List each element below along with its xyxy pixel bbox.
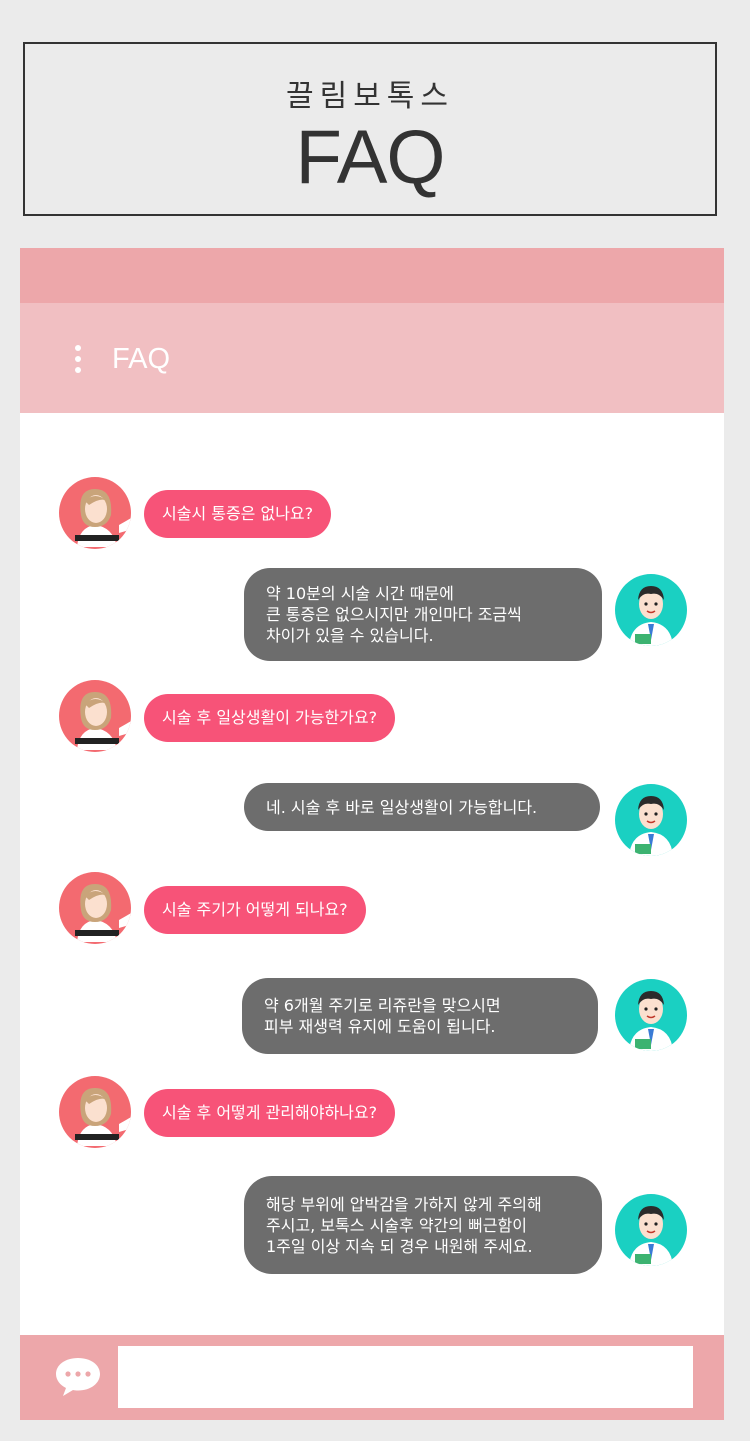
doctor-avatar	[615, 979, 687, 1051]
app-bar-title: FAQ	[112, 343, 171, 375]
answer-bubble: 약 10분의 시술 시간 때문에 큰 통증은 없으시지만 개인마다 조금씩 차이…	[244, 568, 602, 661]
answer-bubble: 약 6개월 주기로 리쥬란을 맞으시면 피부 재생력 유지에 도움이 됩니다.	[242, 978, 598, 1054]
app-bar: FAQ	[20, 303, 724, 413]
question-bubble: 시술 후 어떻게 관리해야하나요?	[144, 1089, 396, 1137]
question-bubble: 시술 주기가 어떻게 되나요?	[144, 886, 366, 934]
doctor-avatar	[615, 574, 687, 646]
patient-avatar	[59, 872, 131, 944]
patient-avatar	[59, 1076, 131, 1148]
page-subtitle: 끌림보톡스	[286, 79, 454, 114]
patient-avatar	[59, 680, 131, 752]
page-header: 끌림보톡스 FAQ	[23, 42, 717, 216]
answer-bubble: 네. 시술 후 바로 일상생활이 가능합니다.	[244, 783, 600, 831]
chat-bubble-icon[interactable]	[54, 1355, 102, 1401]
message-input[interactable]	[118, 1346, 693, 1408]
doctor-avatar	[615, 1194, 687, 1266]
patient-avatar	[59, 477, 131, 549]
chat-phone-mockup: FAQ 시술시 통증은 없나요? 약 10분의 시술 시간 때문에 큰 통증은 …	[20, 248, 724, 1420]
menu-icon[interactable]	[75, 345, 81, 375]
question-bubble: 시술 후 일상생활이 가능한가요?	[144, 694, 396, 742]
doctor-avatar	[615, 784, 687, 856]
page-title: FAQ	[295, 115, 445, 200]
status-bar	[20, 248, 724, 303]
answer-bubble: 해당 부위에 압박감을 가하지 않게 주의해 주시고, 보톡스 시술후 약간의 …	[244, 1176, 602, 1274]
message-input-bar	[20, 1335, 724, 1420]
question-bubble: 시술시 통증은 없나요?	[144, 490, 332, 538]
